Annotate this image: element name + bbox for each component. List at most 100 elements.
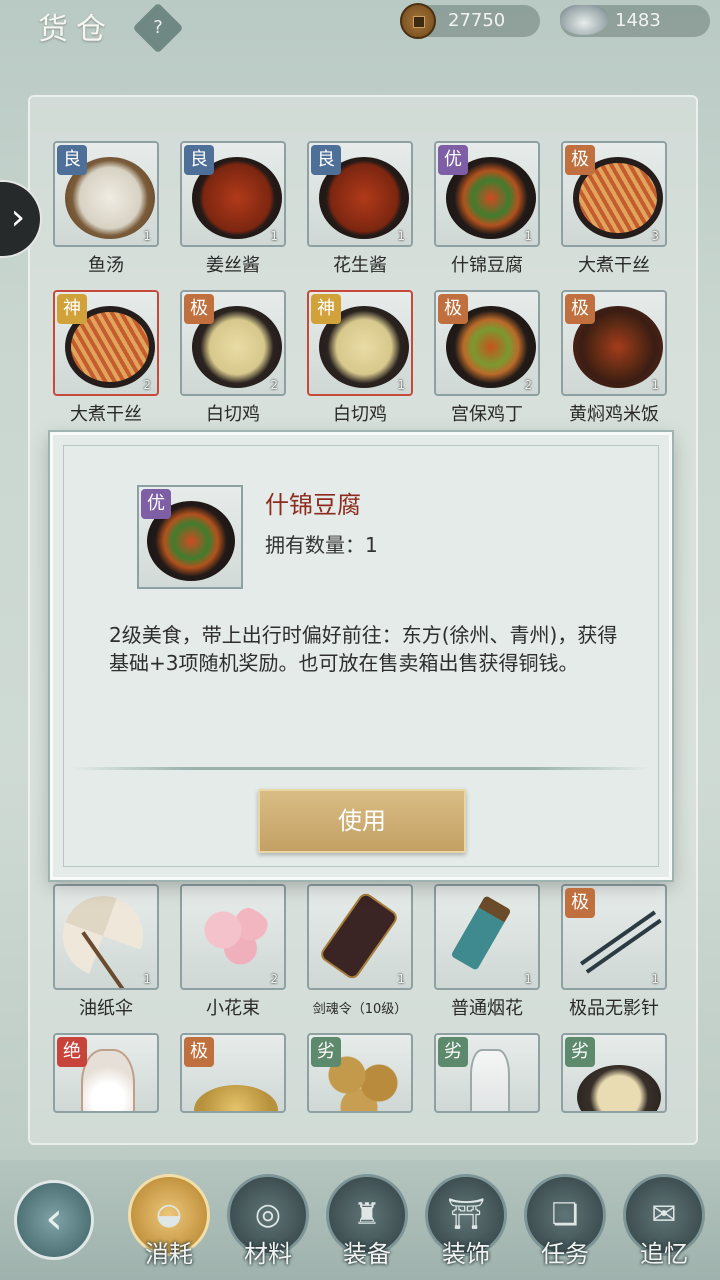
owned-label: 拥有数量：: [265, 533, 365, 557]
inventory-item[interactable]: 极 3 大煮干丝: [561, 141, 667, 277]
item-name: 黄焖鸡米饭: [569, 404, 659, 425]
grade-badge: 极: [565, 294, 595, 324]
wine-bottle-icon: [470, 1049, 510, 1111]
item-name: 油纸伞: [79, 998, 133, 1019]
item-detail-dialog: 优 什锦豆腐 拥有数量：1 2级美食，带上出行时偏好前往：东方(徐州、青州)，获…: [50, 432, 672, 880]
inventory-item[interactable]: 极 2 宫保鸡丁: [434, 290, 540, 426]
tab-consumables[interactable]: ◒ 消耗: [124, 1174, 214, 1274]
item-quantity: 2: [524, 378, 532, 392]
tab-label: 任务: [541, 1240, 589, 1268]
item-name: 普通烟花: [451, 998, 523, 1019]
inventory-item[interactable]: 1 油纸伞: [53, 884, 159, 1020]
item-quantity: 1: [524, 972, 532, 986]
dialog-item-title: 什锦豆腐: [265, 491, 361, 519]
header: 货仓 ? 27750 1483: [0, 0, 720, 70]
silver-currency: 1483: [560, 5, 710, 37]
grade-badge: 良: [311, 145, 341, 175]
inventory-item[interactable]: 良 1 花生酱: [307, 141, 413, 277]
inventory-item[interactable]: 劣: [434, 1033, 540, 1113]
flower-bouquet-icon: [202, 906, 272, 966]
grade-badge: 极: [184, 1037, 214, 1067]
item-name: 大煮干丝: [578, 255, 650, 276]
inventory-item[interactable]: 劣: [561, 1033, 667, 1113]
item-name: 鱼汤: [88, 255, 124, 276]
owned-value: 1: [365, 533, 378, 557]
inventory-item[interactable]: 1 剑魂令（10级）: [307, 884, 413, 1017]
back-arrow-icon: ‹: [45, 1193, 63, 1244]
item-name: 宫保鸡丁: [451, 404, 523, 425]
soup-pot-icon: [577, 1065, 661, 1111]
inventory-item[interactable]: 良 1 鱼汤: [53, 141, 159, 277]
chevron-right-icon: ›: [10, 197, 26, 238]
back-button[interactable]: ‹: [14, 1180, 94, 1260]
item-name: 白切鸡: [333, 404, 387, 425]
inventory-item[interactable]: 神 1 白切鸡: [307, 290, 413, 426]
dialog-item-icon: 优: [137, 485, 243, 589]
inventory-item[interactable]: 良 1 姜丝酱: [180, 141, 286, 277]
help-button[interactable]: ?: [132, 2, 184, 54]
item-quantity: 1: [651, 378, 659, 392]
item-name: 极品无影针: [569, 998, 659, 1019]
inventory-item[interactable]: 2 小花束: [180, 884, 286, 1020]
item-quantity: 1: [397, 972, 405, 986]
inventory-item[interactable]: 极 1 黄焖鸡米饭: [561, 290, 667, 426]
grade-badge: 绝: [57, 1037, 87, 1067]
inventory-item[interactable]: 极: [180, 1033, 286, 1113]
bottom-nav: ‹ ◒ 消耗 ◎ 材料 ♜ 装备 ⛩ 装饰 ❏ 任务 ✉ 追忆: [0, 1160, 720, 1280]
copper-amount: 27750: [448, 10, 506, 31]
tab-label: 消耗: [145, 1240, 193, 1268]
item-quantity: 2: [143, 378, 151, 392]
grade-badge: 优: [141, 489, 171, 519]
item-quantity: 2: [270, 972, 278, 986]
grade-badge: 极: [565, 888, 595, 918]
grade-badge: 神: [57, 294, 87, 324]
item-quantity: 3: [651, 229, 659, 243]
silver-amount: 1483: [615, 10, 661, 31]
tab-equipment[interactable]: ♜ 装备: [322, 1174, 412, 1274]
inventory-item[interactable]: 1 普通烟花: [434, 884, 540, 1020]
grade-badge: 极: [438, 294, 468, 324]
tab-label: 材料: [244, 1240, 292, 1268]
item-name: 姜丝酱: [206, 255, 260, 276]
grade-badge: 良: [57, 145, 87, 175]
item-name: 小花束: [206, 998, 260, 1019]
tab-label: 装饰: [442, 1240, 490, 1268]
item-quantity: 2: [270, 378, 278, 392]
item-name: 花生酱: [333, 255, 387, 276]
item-quantity: 1: [143, 972, 151, 986]
paste-bowl-icon: [194, 1085, 278, 1111]
copper-currency: 27750: [400, 3, 540, 39]
help-icon: ?: [153, 17, 163, 38]
page-title: 货仓: [38, 12, 114, 47]
item-name: 白切鸡: [206, 404, 260, 425]
grade-badge: 极: [184, 294, 214, 324]
use-button[interactable]: 使用: [258, 789, 466, 853]
copper-coin-icon: [400, 3, 436, 39]
paper-umbrella-icon: [63, 896, 143, 976]
dialog-description: 2级美食，带上出行时偏好前往：东方(徐州、青州)，获得基础+3项随机奖励。也可放…: [109, 623, 618, 675]
dialog-owned-count: 拥有数量：1: [265, 529, 378, 558]
tab-materials[interactable]: ◎ 材料: [223, 1174, 313, 1274]
item-quantity: 1: [270, 229, 278, 243]
tab-label: 装备: [343, 1240, 391, 1268]
inventory-item[interactable]: 神 2 大煮干丝: [53, 290, 159, 426]
inventory-item[interactable]: 极 2 白切鸡: [180, 290, 286, 426]
inventory-item[interactable]: 绝: [53, 1033, 159, 1113]
tab-memories[interactable]: ✉ 追忆: [619, 1174, 709, 1274]
grade-badge: 劣: [565, 1037, 595, 1067]
item-name: 什锦豆腐: [451, 255, 523, 276]
tab-decorations[interactable]: ⛩ 装饰: [421, 1174, 511, 1274]
inventory-item[interactable]: 劣: [307, 1033, 413, 1113]
item-quantity: 1: [143, 229, 151, 243]
item-quantity: 1: [397, 378, 405, 392]
grade-badge: 神: [311, 294, 341, 324]
grade-badge: 劣: [311, 1037, 341, 1067]
grade-badge: 优: [438, 145, 468, 175]
firework-icon: [450, 895, 512, 971]
dialog-divider: [73, 767, 649, 770]
snuff-bottle-icon: [81, 1049, 135, 1111]
tab-tasks[interactable]: ❏ 任务: [520, 1174, 610, 1274]
grade-badge: 良: [184, 145, 214, 175]
inventory-item[interactable]: 优 1 什锦豆腐: [434, 141, 540, 277]
inventory-item[interactable]: 极 1 极品无影针: [561, 884, 667, 1020]
